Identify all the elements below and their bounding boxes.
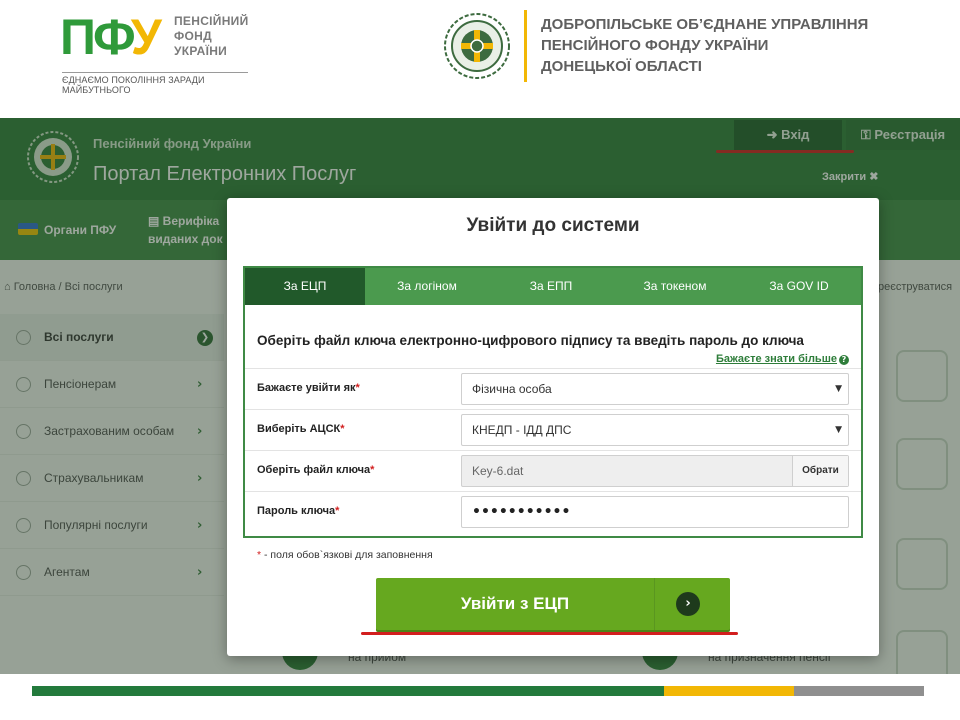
required-note-text: - поля обов`язкові для заповнення — [261, 549, 433, 561]
pfu-name-line: УКРАЇНИ — [174, 44, 228, 58]
caret-down-icon: ▼ — [835, 384, 842, 394]
login-modal: Увійти до системи За ЕЦП За логіном За Е… — [227, 198, 879, 656]
key-password-input[interactable]: ••••••••••• — [461, 496, 849, 528]
department-title: ДОБРОПІЛЬСЬКЕ ОБ’ЄДНАНЕ УПРАВЛІННЯ ПЕНСІ… — [541, 14, 868, 77]
footer-stripe-gray — [794, 686, 924, 696]
select-value: Фізична особа — [472, 382, 552, 396]
pfu-tagline: ЄДНАЄМО ПОКОЛІННЯ ЗАРАДИ МАЙБУТНЬОГО — [62, 72, 248, 95]
browse-button[interactable]: Обрати — [792, 456, 848, 486]
submit-highlight-underline — [361, 632, 738, 635]
learn-more-label: Бажаєте знати більше — [715, 353, 837, 365]
select-value: КНЕДП - ІДД ДПС — [472, 423, 572, 437]
tab-ecp[interactable]: За ЕЦП — [245, 268, 365, 305]
footer-stripe-yellow — [664, 686, 794, 696]
tab-token[interactable]: За токеном — [613, 268, 737, 305]
department-line: ДОНЕЦЬКОЇ ОБЛАСТІ — [541, 58, 702, 75]
pfu-name-line: ПЕНСІЙНИЙ — [174, 14, 249, 28]
form-row-key-file: Оберіть файл ключа* Key-6.dat Обрати — [245, 450, 861, 491]
field-label: Оберіть файл ключа* — [257, 464, 375, 476]
login-ecp-button[interactable]: Увійти з ЕЦП › — [376, 578, 730, 630]
form-row-password: Пароль ключа* ••••••••••• — [245, 491, 861, 532]
caret-down-icon: ▼ — [835, 425, 842, 435]
required-note: * - поля обов`язкові для заповнення — [257, 548, 433, 562]
file-name-value: Key-6.dat — [472, 464, 524, 478]
field-label: Виберіть АЦСК* — [257, 423, 345, 435]
key-file-field[interactable]: Key-6.dat Обрати — [461, 455, 849, 487]
tab-epp[interactable]: За ЕПП — [489, 268, 613, 305]
modal-title: Увійти до системи — [466, 215, 640, 236]
login-tabs: За ЕЦП За логіном За ЕПП За токеном За G… — [245, 268, 861, 305]
help-icon: ? — [839, 355, 849, 365]
tab-gov-id[interactable]: За GOV ID — [737, 268, 861, 305]
form-row-acsk: Виберіть АЦСК* КНЕДП - ІДД ДПС ▼ — [245, 409, 861, 450]
login-ecp-label: Увійти з ЕЦП — [460, 594, 570, 613]
button-separator — [654, 578, 655, 630]
portal-screenshot: Пенсійний фонд України Портал Електронни… — [0, 118, 960, 674]
field-label: Пароль ключа* — [257, 505, 340, 517]
header-divider — [524, 10, 527, 82]
pfu-logo-mark: ПФУ — [60, 9, 162, 65]
field-label: Бажаєте увійти як* — [257, 382, 360, 394]
arrow-right-icon: › — [676, 592, 700, 616]
learn-more-link[interactable]: Бажаєте знати більше? — [716, 352, 849, 366]
form-row-login-as: Бажаєте увійти як* Фізична особа ▼ — [245, 368, 861, 409]
acsk-select[interactable]: КНЕДП - ІДД ДПС ▼ — [461, 414, 849, 446]
tab-login[interactable]: За логіном — [365, 268, 489, 305]
pfu-logo: ПФУ ПЕНСІЙНИЙ ФОНД УКРАЇНИ ЄДНАЄМО ПОКОЛ… — [60, 9, 260, 95]
pfu-emblem-icon — [444, 13, 510, 79]
pfu-logo-name: ПЕНСІЙНИЙ ФОНД УКРАЇНИ — [174, 14, 249, 59]
login-as-select[interactable]: Фізична особа ▼ — [461, 373, 849, 405]
login-tabs-panel: За ЕЦП За логіном За ЕПП За токеном За G… — [243, 266, 863, 538]
form-heading: Оберіть файл ключа електронно-цифрового … — [257, 333, 804, 348]
pfu-name-line: ФОНД — [174, 29, 212, 43]
department-line: ПЕНСІЙНОГО ФОНДУ УКРАЇНИ — [541, 37, 769, 54]
slide-header: ПФУ ПЕНСІЙНИЙ ФОНД УКРАЇНИ ЄДНАЄМО ПОКОЛ… — [0, 0, 960, 118]
footer-stripe-green — [32, 686, 664, 696]
department-line: ДОБРОПІЛЬСЬКЕ ОБ’ЄДНАНЕ УПРАВЛІННЯ — [541, 16, 869, 33]
